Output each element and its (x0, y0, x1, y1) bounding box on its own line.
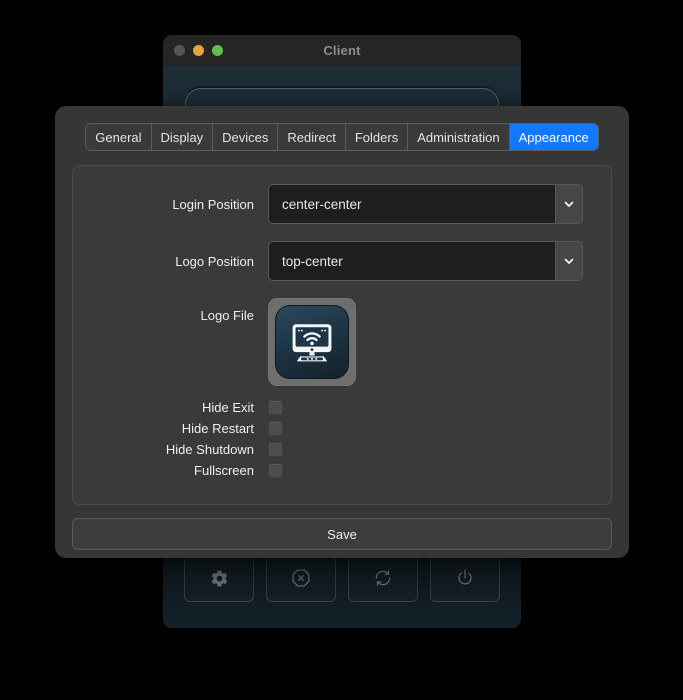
appearance-settings-panel: Login Position center-center Logo Positi… (72, 165, 612, 505)
hide-shutdown-checkbox[interactable] (268, 442, 283, 457)
gear-icon (210, 569, 229, 588)
logo-file-thumbnail[interactable] (268, 298, 356, 386)
monitor-wifi-logo-icon (275, 305, 349, 379)
tab-general[interactable]: General (86, 124, 151, 150)
fullscreen-row: Fullscreen (73, 463, 583, 478)
login-position-select[interactable]: center-center (268, 184, 583, 224)
save-button[interactable]: Save (72, 518, 612, 550)
chevron-down-icon[interactable] (555, 185, 582, 223)
login-position-label: Login Position (73, 197, 268, 212)
fullscreen-label: Fullscreen (73, 463, 268, 478)
tab-bar: General Display Devices Redirect Folders… (72, 123, 612, 151)
fullscreen-checkbox[interactable] (268, 463, 283, 478)
logo-file-label: Logo File (73, 298, 268, 323)
chevron-down-icon[interactable] (555, 242, 582, 280)
tab-appearance[interactable]: Appearance (510, 124, 598, 150)
logo-position-row: Logo Position top-center (73, 241, 583, 281)
client-window-titlebar: Client (163, 35, 521, 67)
power-icon (455, 568, 475, 588)
hide-restart-row: Hide Restart (73, 421, 583, 436)
exit-octagon-icon (291, 568, 311, 588)
hide-exit-checkbox[interactable] (268, 400, 283, 415)
tab-display[interactable]: Display (152, 124, 214, 150)
client-window-title: Client (163, 43, 521, 58)
appearance-settings-dialog: General Display Devices Redirect Folders… (55, 106, 629, 558)
login-position-value: center-center (269, 197, 362, 212)
settings-button[interactable] (184, 555, 254, 602)
logo-position-value: top-center (269, 254, 343, 269)
hide-exit-row: Hide Exit (73, 400, 583, 415)
logo-position-label: Logo Position (73, 254, 268, 269)
login-position-row: Login Position center-center (73, 184, 583, 224)
tab-redirect[interactable]: Redirect (278, 124, 345, 150)
shutdown-button[interactable] (430, 555, 500, 602)
exit-button[interactable] (266, 555, 336, 602)
restart-refresh-icon (373, 568, 393, 588)
hide-restart-label: Hide Restart (73, 421, 268, 436)
tab-devices[interactable]: Devices (213, 124, 278, 150)
tab-administration[interactable]: Administration (408, 124, 509, 150)
logo-file-row: Logo File (73, 298, 583, 386)
restart-button[interactable] (348, 555, 418, 602)
hide-shutdown-label: Hide Shutdown (73, 442, 268, 457)
tab-segmented-control: General Display Devices Redirect Folders… (85, 123, 598, 151)
hide-restart-checkbox[interactable] (268, 421, 283, 436)
hide-exit-label: Hide Exit (73, 400, 268, 415)
logo-position-select[interactable]: top-center (268, 241, 583, 281)
tab-folders[interactable]: Folders (346, 124, 408, 150)
hide-shutdown-row: Hide Shutdown (73, 442, 583, 457)
